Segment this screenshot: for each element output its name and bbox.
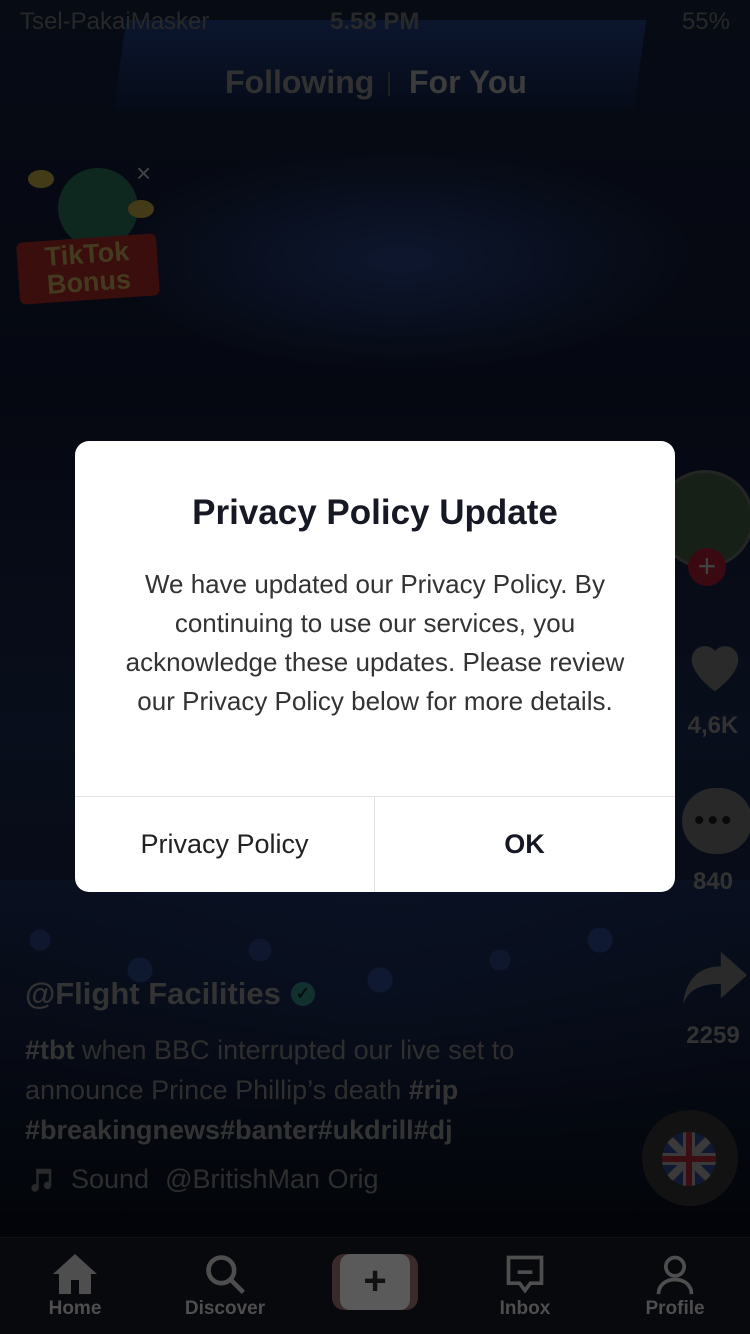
- nav-profile-label: Profile: [645, 1298, 705, 1319]
- privacy-policy-dialog: Privacy Policy Update We have updated ou…: [75, 441, 675, 892]
- bottom-navigation: Home Discover + Inbox Profile: [0, 1237, 750, 1334]
- home-icon: [53, 1254, 97, 1294]
- dialog-title: Privacy Policy Update: [192, 493, 558, 532]
- create-button[interactable]: +: [332, 1254, 418, 1310]
- video-feed-screen: Tsel-PakaiMasker 5.58 PM 55% Following F…: [0, 0, 750, 1334]
- privacy-policy-button[interactable]: Privacy Policy: [75, 797, 374, 892]
- inbox-icon: [506, 1255, 544, 1294]
- nav-home-label: Home: [48, 1298, 102, 1319]
- nav-profile[interactable]: Profile: [620, 1250, 730, 1320]
- nav-discover-label: Discover: [184, 1298, 266, 1319]
- plus-icon: +: [340, 1254, 410, 1310]
- profile-icon: [656, 1255, 694, 1295]
- nav-inbox-label: Inbox: [499, 1298, 551, 1319]
- dialog-message: We have updated our Privacy Policy. By c…: [125, 569, 625, 716]
- nav-discover[interactable]: Discover: [170, 1250, 280, 1320]
- nav-home[interactable]: Home: [20, 1250, 130, 1320]
- nav-inbox[interactable]: Inbox: [470, 1250, 580, 1320]
- ok-button[interactable]: OK: [375, 797, 674, 892]
- search-icon: [206, 1255, 245, 1294]
